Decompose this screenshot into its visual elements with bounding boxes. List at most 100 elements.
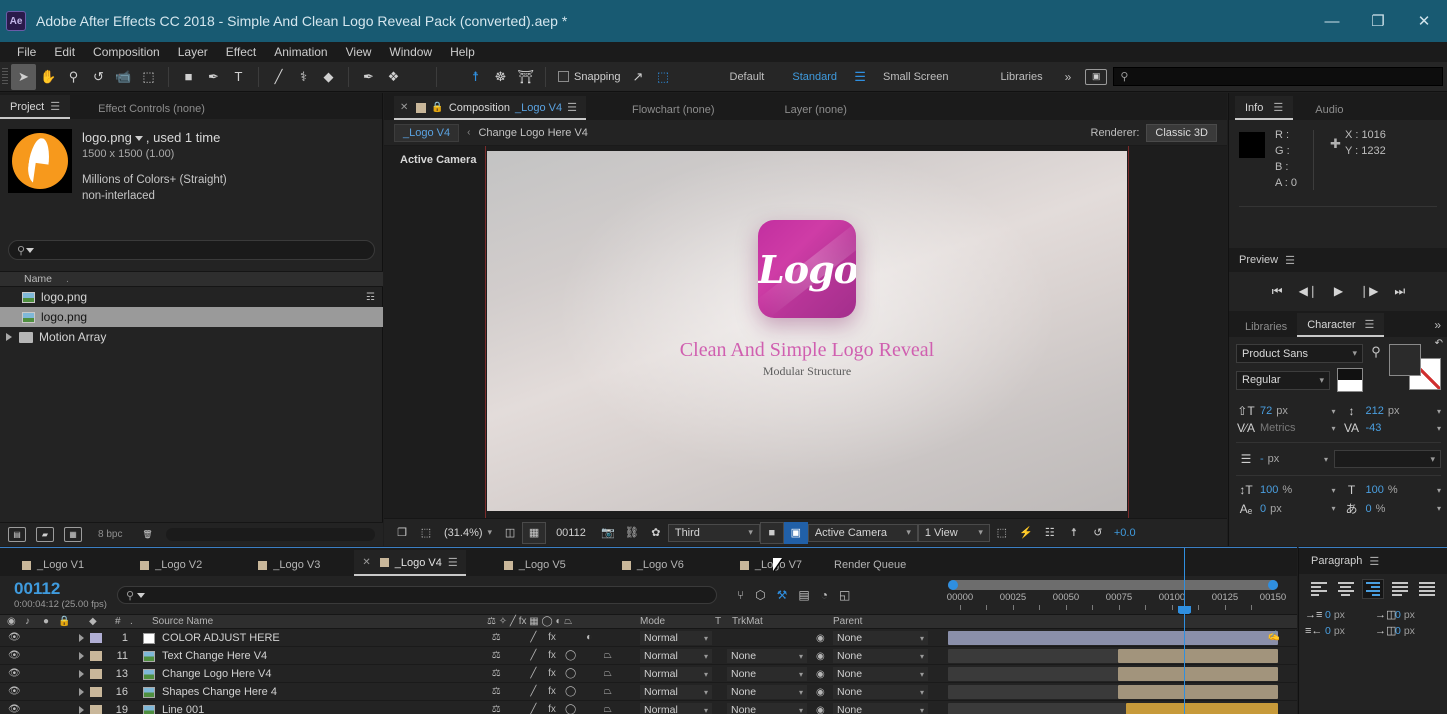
comp-canvas[interactable]: Logo Clean And Simple Logo Reveal Modula… [487, 151, 1127, 511]
tab-logo-v1[interactable]: _Logo V1 [14, 553, 92, 576]
composition-panel-menu-icon[interactable]: ☰ [567, 101, 577, 114]
layer-track[interactable] [948, 701, 1282, 714]
region-of-interest-icon[interactable]: ◫ [498, 522, 522, 544]
layer-track[interactable] [948, 647, 1282, 664]
transparency-grid-icon[interactable]: ▣ [784, 522, 808, 544]
parent-pickwhip-icon[interactable]: ◉ [816, 651, 825, 662]
current-time-display[interactable]: 00112 0:00:04:12 (25.00 fps) [14, 580, 107, 610]
menu-edit[interactable]: Edit [45, 43, 84, 61]
blend-mode-select[interactable]: Normal▾ [640, 703, 712, 714]
layer-bar[interactable] [948, 631, 1278, 645]
menu-composition[interactable]: Composition [84, 43, 169, 61]
parent-select[interactable]: None▾ [833, 649, 928, 663]
align-right-button[interactable] [1362, 579, 1384, 599]
exposure-reset-icon[interactable]: ↺ [1086, 522, 1110, 544]
breadcrumb-comp-chip[interactable]: _Logo V4 [394, 124, 459, 142]
paragraph-panel-menu-icon[interactable]: ☰ [1369, 555, 1379, 568]
tab-flowchart[interactable]: Flowchart (none) [626, 99, 724, 120]
frame-blending-icon[interactable]: ▤ [798, 588, 809, 602]
tab-logo-v4[interactable]: ✕ _Logo V4 ☰ [354, 550, 465, 576]
kerning-field[interactable]: V⁄A Metrics ▾ [1236, 421, 1336, 435]
tab-effect-controls[interactable]: Effect Controls (none) [88, 98, 215, 119]
layer-switches[interactable]: ⚖╱fx◯⏢ [487, 668, 617, 679]
chevron-down-icon[interactable]: ▾ [1437, 424, 1441, 433]
parent-select[interactable]: None▾ [833, 631, 928, 645]
fill-color-swatch[interactable] [1389, 344, 1421, 376]
exposure-value[interactable]: +0.0 [1114, 527, 1136, 539]
layer-name[interactable]: Shapes Change Here 4 [162, 686, 277, 698]
layer-switches[interactable]: ⚖╱fx◯⏢ [487, 650, 617, 661]
track-camera-icon[interactable]: ⛩ [513, 64, 538, 90]
timeline-icon[interactable]: ☷ [1038, 522, 1062, 544]
new-comp-icon[interactable]: ▤ [8, 527, 26, 542]
workspace-default[interactable]: Default [716, 67, 779, 87]
brush-tool-icon[interactable]: ╱ [266, 64, 291, 90]
list-item[interactable]: logo.png [0, 307, 383, 327]
preview-panel-menu-icon[interactable]: ☰ [1285, 254, 1295, 267]
info-panel-menu-icon[interactable]: ☰ [1273, 102, 1283, 114]
eyedropper-icon[interactable]: ⚲ [1368, 344, 1384, 397]
tab-logo-v2[interactable]: _Logo V2 [132, 553, 210, 576]
tab-audio[interactable]: Audio [1305, 99, 1353, 120]
previous-frame-button[interactable]: ◀❘ [1299, 284, 1318, 298]
layer-label-color[interactable] [90, 633, 102, 643]
disclosure-triangle-icon[interactable] [79, 634, 84, 642]
tab-layer[interactable]: Layer (none) [779, 99, 856, 120]
chevron-down-icon[interactable]: ▾ [1331, 424, 1335, 433]
rotation-tool-icon[interactable]: ↺ [86, 64, 111, 90]
character-panel-menu-icon[interactable]: ☰ [1365, 319, 1375, 331]
table-row[interactable]: 👁 1 COLOR ADJUST HERE ⚖╱fx◐ Normal▾ ◉ No… [0, 629, 1297, 647]
project-panel-menu-icon[interactable]: ☰ [50, 100, 60, 113]
zoom-tool-icon[interactable]: ⚲ [61, 64, 86, 90]
menu-help[interactable]: Help [441, 43, 484, 61]
hide-shy-layers-icon[interactable]: ⚒ [777, 588, 788, 602]
new-footage-icon[interactable]: ▦ [64, 527, 82, 542]
parent-select[interactable]: None▾ [833, 685, 928, 699]
workspace-libraries[interactable]: Libraries [986, 67, 1056, 87]
always-preview-icon[interactable]: ❐ [390, 522, 414, 544]
renderer-value[interactable]: Classic 3D [1146, 124, 1217, 142]
draft-3d-icon[interactable]: ⬡ [755, 588, 765, 602]
track-matte-select[interactable]: None▾ [727, 649, 807, 663]
space-before-field[interactable]: →◫ 0 px [1375, 608, 1441, 621]
zoom-level-select[interactable]: (31.4%) ▾ [438, 525, 498, 541]
disclosure-triangle-icon[interactable] [6, 333, 12, 341]
lock-icon[interactable]: 🔒 [431, 102, 443, 113]
eraser-tool-icon[interactable]: ◆ [316, 64, 341, 90]
close-icon[interactable]: ✕ [400, 102, 408, 113]
default-colors-icon[interactable] [1337, 368, 1363, 392]
layer-visibility-icon[interactable]: 👁 [8, 686, 21, 697]
parent-pickwhip-icon[interactable]: ◉ [816, 633, 825, 644]
bit-depth-label[interactable]: 8 bpc [92, 528, 128, 541]
layer-label-color[interactable] [90, 669, 102, 679]
parent-pickwhip-icon[interactable]: ◉ [816, 669, 825, 680]
blend-mode-select[interactable]: Normal▾ [640, 685, 712, 699]
disclosure-triangle-icon[interactable] [79, 706, 84, 714]
orbit-camera-icon[interactable]: ☸ [488, 64, 513, 90]
camera-tool-icon[interactable]: 📹 [111, 64, 136, 90]
layer-label-color[interactable] [90, 705, 102, 714]
toggle-viewer-icon[interactable]: ⬚ [414, 522, 438, 544]
layer-switches[interactable]: ⚖╱fx◯⏢ [487, 686, 617, 697]
menu-window[interactable]: Window [380, 43, 441, 61]
view-layout-select[interactable]: 1 View ▾ [918, 524, 990, 542]
layer-bar[interactable] [948, 649, 1118, 663]
tab-logo-v5[interactable]: _Logo V5 [496, 553, 574, 576]
delete-icon[interactable]: 🗑 [138, 527, 156, 542]
mask-overlay-icon[interactable]: ■ [760, 522, 784, 544]
layer-bar[interactable] [948, 685, 1118, 699]
blend-mode-select[interactable]: Normal▾ [640, 649, 712, 663]
tab-info[interactable]: Info ☰ [1235, 96, 1293, 120]
horizontal-scale-field[interactable]: T 100 % ▾ [1342, 483, 1442, 497]
menu-file[interactable]: File [8, 43, 45, 61]
toolbar-search-input[interactable]: ⚲ [1113, 67, 1443, 86]
indent-right-field[interactable]: ≡← 0 px [1305, 624, 1371, 637]
last-frame-button[interactable]: ⏭ [1394, 284, 1405, 299]
table-row[interactable]: 👁 16 Shapes Change Here 4 ⚖╱fx◯⏢ Normal▾… [0, 683, 1297, 701]
unified-camera-icon[interactable]: ☨ [463, 64, 488, 90]
close-button[interactable]: ✕ [1401, 0, 1447, 42]
chevron-down-icon[interactable]: ▾ [1331, 504, 1335, 513]
layer-bar[interactable] [1118, 667, 1278, 681]
anchor-point-tool-icon[interactable]: ⬚ [136, 64, 161, 90]
workspace-menu-icon[interactable]: ☰ [851, 64, 869, 90]
